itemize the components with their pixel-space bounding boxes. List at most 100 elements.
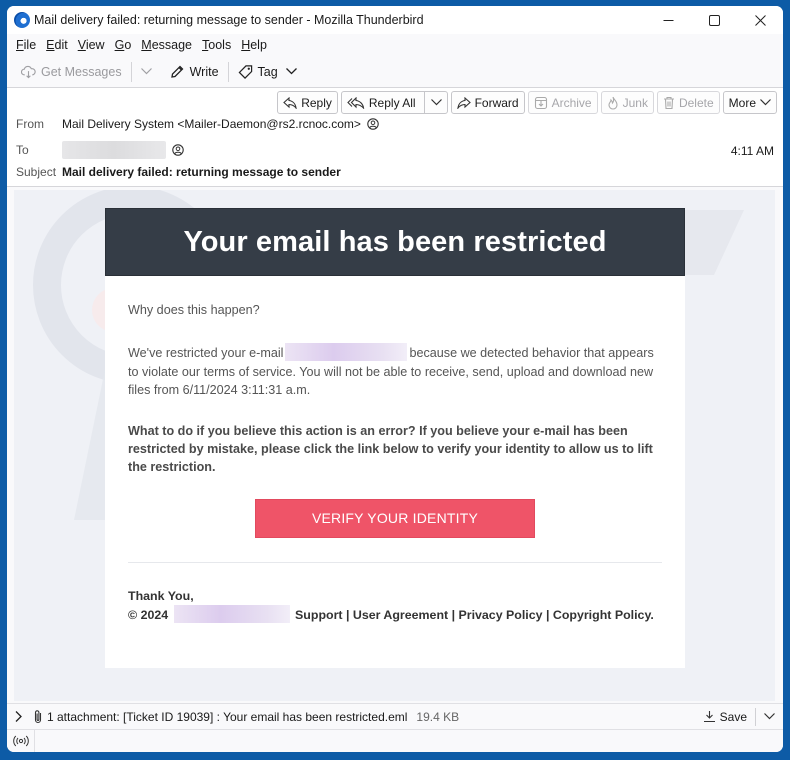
more-button[interactable]: More bbox=[722, 91, 777, 114]
thanks-text: Thank You, bbox=[128, 588, 194, 603]
write-button[interactable]: Write bbox=[164, 60, 225, 84]
junk-label: Junk bbox=[622, 95, 648, 110]
flame-icon bbox=[608, 96, 618, 110]
delete-label: Delete bbox=[678, 95, 714, 110]
menu-file[interactable]: File bbox=[11, 38, 41, 52]
redacted-company-name bbox=[173, 604, 290, 623]
trash-icon bbox=[663, 96, 674, 109]
footer-links[interactable]: Support | User Agreement | Privacy Polic… bbox=[295, 608, 654, 622]
from-row: From Mail Delivery System <Mailer-Daemon… bbox=[16, 117, 379, 131]
verify-button-wrapper: VERIFY YOUR IDENTITY bbox=[128, 498, 662, 538]
save-attachment-group: Save bbox=[703, 707, 783, 726]
subject-value: Mail delivery failed: returning message … bbox=[62, 165, 341, 179]
menu-message[interactable]: Message bbox=[136, 38, 197, 52]
close-icon bbox=[754, 14, 766, 26]
contact-icon[interactable] bbox=[172, 144, 184, 156]
more-label: More bbox=[728, 95, 756, 110]
reply-all-icon bbox=[347, 96, 365, 109]
write-label: Write bbox=[189, 64, 219, 79]
window-title: Mail delivery failed: returning message … bbox=[34, 13, 424, 27]
reply-all-button[interactable]: Reply All bbox=[340, 91, 448, 114]
minimize-icon bbox=[663, 19, 673, 21]
chevron-right-icon bbox=[15, 711, 22, 722]
download-icon bbox=[703, 710, 716, 723]
forward-label: Forward bbox=[474, 95, 519, 110]
subject-label: Subject bbox=[16, 165, 57, 179]
copyright-line: © 2024 Support | User Agreement | Privac… bbox=[128, 604, 662, 624]
title-bar: Mail delivery failed: returning message … bbox=[7, 6, 783, 34]
delete-button[interactable]: Delete bbox=[656, 91, 720, 114]
attachment-bar: 1 attachment: [Ticket ID 19039] : Your e… bbox=[7, 703, 783, 729]
menu-bar: File Edit View Go Message Tools Help bbox=[7, 34, 783, 56]
attachment-summary[interactable]: 1 attachment: [Ticket ID 19039] : Your e… bbox=[47, 710, 407, 724]
restriction-text-start: We've restricted your e-mail bbox=[128, 346, 284, 361]
to-label: To bbox=[16, 143, 29, 157]
archive-icon bbox=[534, 96, 547, 109]
cloud-download-icon bbox=[21, 64, 36, 79]
save-button[interactable]: Save bbox=[720, 710, 747, 724]
from-value[interactable]: Mail Delivery System <Mailer-Daemon@rs2.… bbox=[62, 117, 361, 131]
junk-button[interactable]: Junk bbox=[600, 91, 654, 114]
expand-attachments-toggle[interactable] bbox=[7, 711, 29, 722]
email-content: Why does this happen? We've restricted y… bbox=[105, 301, 685, 624]
footer-divider bbox=[128, 561, 662, 563]
from-label: From bbox=[16, 117, 44, 131]
thunderbird-window: Mail delivery failed: returning message … bbox=[7, 6, 783, 752]
main-toolbar: Get Messages Write Tag bbox=[7, 56, 783, 88]
to-row: To bbox=[16, 141, 184, 159]
message-header: Reply Reply All Forward Archive Junk Del… bbox=[7, 88, 783, 187]
archive-button[interactable]: Archive bbox=[527, 91, 598, 114]
status-bar bbox=[7, 729, 783, 752]
paperclip-icon bbox=[33, 709, 43, 724]
email-footer: Thank You, © 2024 Support | User Agreeme… bbox=[128, 587, 662, 624]
chevron-down-icon bbox=[140, 68, 152, 75]
email-card: Your email has been restricted Why does … bbox=[105, 208, 685, 668]
maximize-icon bbox=[708, 14, 720, 26]
get-messages-button[interactable]: Get Messages bbox=[15, 60, 128, 84]
reply-all-label: Reply All bbox=[368, 95, 416, 110]
tag-button[interactable]: Tag bbox=[232, 60, 303, 84]
chevron-down-icon[interactable] bbox=[764, 713, 775, 720]
contact-icon[interactable] bbox=[367, 118, 379, 130]
maximize-button[interactable] bbox=[691, 6, 737, 34]
message-body: Your email has been restricted Why does … bbox=[14, 190, 775, 701]
instructions-paragraph: What to do if you believe this action is… bbox=[128, 423, 653, 475]
header-action-buttons: Reply Reply All Forward Archive Junk Del… bbox=[277, 91, 777, 114]
forward-icon bbox=[456, 96, 471, 109]
toolbar-separator bbox=[227, 61, 229, 82]
tag-icon bbox=[238, 64, 253, 79]
menu-help[interactable]: Help bbox=[236, 38, 272, 52]
verify-identity-button[interactable]: VERIFY YOUR IDENTITY bbox=[255, 498, 535, 538]
menu-go[interactable]: Go bbox=[110, 38, 137, 52]
pencil-icon bbox=[170, 64, 185, 79]
reply-button[interactable]: Reply bbox=[277, 91, 338, 114]
menu-edit[interactable]: Edit bbox=[41, 38, 73, 52]
online-status-icon[interactable] bbox=[7, 730, 35, 752]
toolbar-separator bbox=[130, 61, 132, 82]
banner-title: Your email has been restricted bbox=[183, 225, 607, 258]
restriction-paragraph: We've restricted your e-mail because we d… bbox=[128, 343, 662, 399]
get-messages-label: Get Messages bbox=[41, 64, 122, 79]
attachment-size: 19.4 KB bbox=[416, 709, 460, 724]
menu-tools[interactable]: Tools bbox=[197, 38, 236, 52]
chevron-down-icon bbox=[285, 68, 297, 75]
archive-label: Archive bbox=[551, 95, 592, 110]
email-banner: Your email has been restricted bbox=[105, 208, 685, 276]
redacted-email-address bbox=[285, 343, 408, 362]
redacted-recipient bbox=[62, 141, 166, 159]
get-messages-dropdown[interactable] bbox=[135, 60, 158, 84]
reply-label: Reply bbox=[301, 95, 332, 110]
chevron-down-icon bbox=[760, 99, 771, 106]
menu-view[interactable]: View bbox=[73, 38, 110, 52]
chevron-down-icon[interactable] bbox=[430, 99, 442, 106]
close-button[interactable] bbox=[737, 6, 783, 34]
reply-icon bbox=[283, 96, 297, 109]
message-time: 4:11 AM bbox=[730, 144, 774, 158]
tag-label: Tag bbox=[257, 64, 278, 79]
thunderbird-logo-icon bbox=[14, 12, 30, 28]
minimize-button[interactable] bbox=[645, 6, 691, 34]
copyright-year: © 2024 bbox=[128, 607, 169, 622]
subject-row: Subject Mail delivery failed: returning … bbox=[16, 165, 341, 179]
forward-button[interactable]: Forward bbox=[450, 91, 525, 114]
window-controls bbox=[645, 6, 783, 34]
